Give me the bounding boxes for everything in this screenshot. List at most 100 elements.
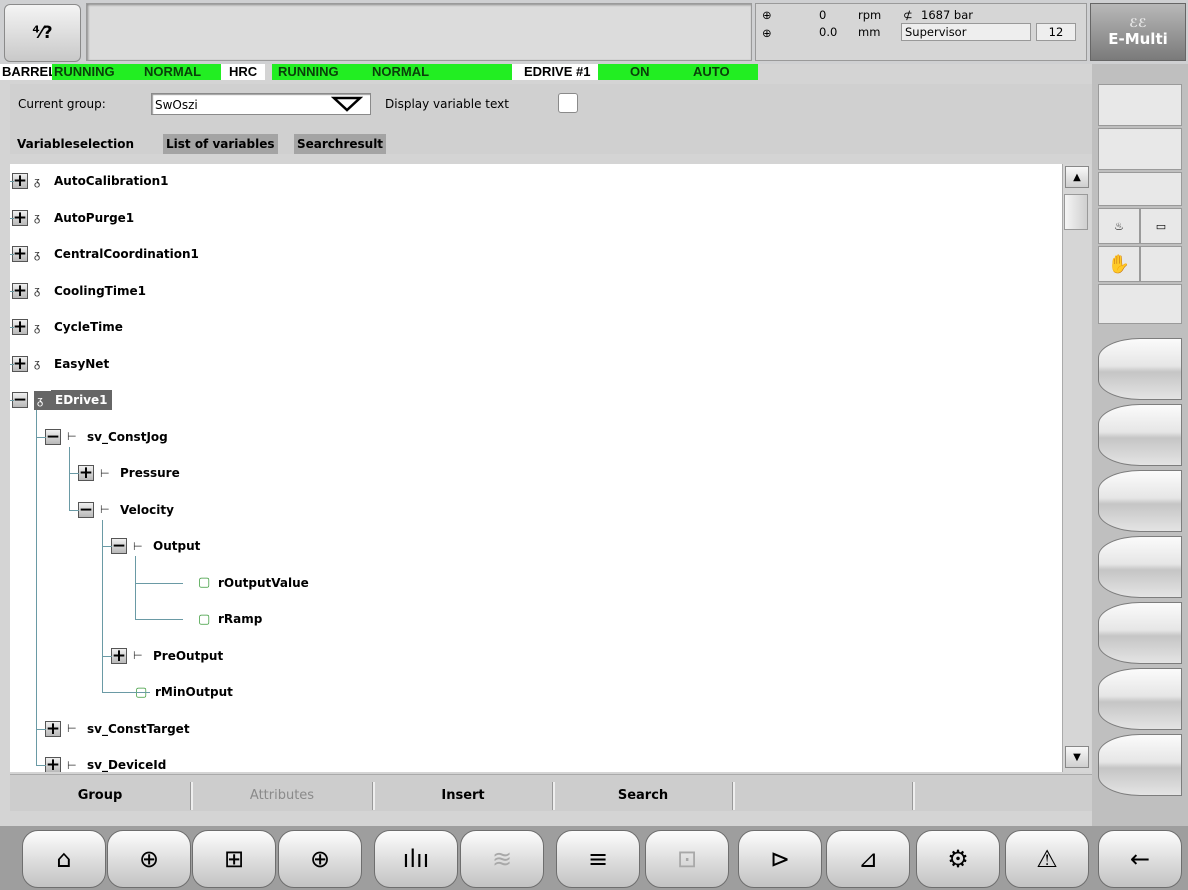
- expand-icon[interactable]: +: [12, 355, 28, 372]
- tree-line: [135, 582, 183, 584]
- expand-icon[interactable]: +: [12, 173, 28, 190]
- expand-icon[interactable]: +: [12, 319, 28, 336]
- tree-node-label: Velocity: [120, 502, 174, 517]
- right-slot-2[interactable]: [1098, 128, 1182, 170]
- collapse-icon[interactable]: −: [111, 538, 127, 555]
- tree-line: [69, 473, 79, 474]
- tree-scrollbar[interactable]: ▲ ▼: [1062, 164, 1091, 772]
- collapse-icon[interactable]: −: [78, 501, 94, 518]
- tree-node[interactable]: + ⊢ sv_ConstTarget: [45, 718, 190, 740]
- tab-variableselection[interactable]: Variableselection: [14, 134, 137, 154]
- heater-icon[interactable]: ♨: [1098, 208, 1140, 244]
- chevron-down-icon[interactable]: [328, 95, 366, 113]
- soft-key-7[interactable]: [1098, 734, 1182, 796]
- insert-button[interactable]: Insert: [376, 784, 550, 808]
- right-slot-1[interactable]: [1098, 84, 1182, 126]
- alarm-icon[interactable]: ⚠: [1005, 830, 1089, 888]
- home-icon[interactable]: ⌂: [22, 830, 106, 888]
- expand-icon[interactable]: +: [12, 209, 28, 226]
- tree-node[interactable]: + ᵹ CentralCoordination1: [12, 243, 199, 265]
- temperature-zones-icon[interactable]: ılıı: [374, 830, 458, 888]
- tree-line: [135, 556, 136, 619]
- tree-node-label: AutoCalibration1: [54, 174, 169, 188]
- tree-node[interactable]: + ᵹ AutoCalibration1: [12, 170, 169, 192]
- settings-icon[interactable]: ⚙: [916, 830, 1000, 888]
- status-line: BARREL RUNNING NORMAL HRC RUNNING NORMAL E…: [0, 64, 1090, 80]
- tree-variable[interactable]: ▢ rRamp: [198, 608, 262, 630]
- robot-icon[interactable]: ⊡: [645, 830, 729, 888]
- attributes-button[interactable]: Attributes: [194, 784, 370, 808]
- display-text-checkbox[interactable]: [558, 93, 578, 113]
- right-slot-5[interactable]: [1098, 284, 1182, 324]
- tab-list-of-variables[interactable]: List of variables: [163, 134, 278, 154]
- tree-node-label: Output: [153, 539, 201, 553]
- hrc-status: RUNNING NORMAL: [272, 64, 512, 80]
- brand-logo: ℰℰ E-Multi: [1090, 3, 1186, 61]
- tree-node-label: EasyNet: [54, 356, 110, 371]
- engel-logo-icon: ℰℰ: [1129, 16, 1147, 30]
- collapse-icon[interactable]: −: [45, 428, 61, 445]
- tree-node[interactable]: − ⊢ sv_ConstJog: [45, 426, 168, 448]
- nozzle-icon[interactable]: ⊕: [278, 830, 362, 888]
- tree-node[interactable]: + ᵹ EasyNet: [12, 353, 109, 375]
- tree-variable[interactable]: ▢ rOutputValue: [198, 572, 309, 594]
- hand-icon[interactable]: ✋: [1098, 246, 1140, 282]
- expand-icon[interactable]: +: [12, 282, 28, 299]
- divider: [190, 782, 193, 810]
- structure-icon: ⊢: [67, 758, 77, 772]
- soft-key-5[interactable]: [1098, 602, 1182, 664]
- logo-text: E-Multi: [1108, 30, 1168, 48]
- hot-runner-icon[interactable]: ≋: [460, 830, 544, 888]
- tree-line: [69, 509, 79, 511]
- structure-icon: ⊢: [100, 466, 110, 480]
- back-arrow-icon[interactable]: ←: [1098, 830, 1182, 888]
- soft-key-2[interactable]: [1098, 404, 1182, 466]
- collapse-icon[interactable]: −: [12, 392, 28, 409]
- tree-line: [69, 446, 70, 510]
- expand-icon[interactable]: +: [12, 246, 28, 263]
- expand-icon[interactable]: +: [45, 757, 61, 772]
- tree-node[interactable]: + ᵹ CoolingTime1: [12, 280, 146, 302]
- list-icon[interactable]: ≡: [556, 830, 640, 888]
- barrel-status: RUNNING NORMAL: [52, 64, 221, 80]
- scroll-down-icon[interactable]: ▼: [1065, 746, 1089, 768]
- search-button[interactable]: Search: [556, 784, 730, 808]
- battery-icon[interactable]: ▭: [1140, 208, 1182, 244]
- soft-key-4[interactable]: [1098, 536, 1182, 598]
- divider: [912, 782, 915, 810]
- tree-node[interactable]: + ᵹ CycleTime: [12, 316, 123, 338]
- right-slot-4[interactable]: [1140, 246, 1182, 282]
- scroll-thumb[interactable]: [1064, 194, 1088, 230]
- tree-line: [10, 181, 14, 182]
- tree-node-label: CycleTime: [54, 320, 123, 334]
- group-icon: ᵹ: [34, 174, 41, 188]
- divider: [552, 782, 555, 810]
- soft-key-6[interactable]: [1098, 668, 1182, 730]
- user-name[interactable]: Supervisor: [901, 23, 1031, 41]
- mold-icon[interactable]: ⊞: [192, 830, 276, 888]
- tree-node[interactable]: + ᵹ AutoPurge1: [12, 207, 134, 229]
- scroll-up-icon[interactable]: ▲: [1065, 166, 1089, 188]
- help-icon[interactable]: ⁴⁄?: [4, 4, 81, 62]
- injection-unit-icon[interactable]: ⊕: [107, 830, 191, 888]
- expand-icon[interactable]: +: [78, 465, 94, 482]
- tree-node[interactable]: − ⊢ Velocity: [78, 499, 174, 521]
- graph-icon[interactable]: ⊿: [826, 830, 910, 888]
- expand-icon[interactable]: +: [45, 720, 61, 737]
- edrive-status: ON AUTO: [598, 64, 758, 80]
- tree-node[interactable]: + ⊢ Pressure: [78, 462, 180, 484]
- tree-node-label: sv_DeviceId: [87, 758, 167, 772]
- expand-icon[interactable]: +: [111, 647, 127, 664]
- message-field: [86, 3, 752, 61]
- tree-node[interactable]: + ⊢ PreOutput: [111, 645, 223, 667]
- soft-key-3[interactable]: [1098, 470, 1182, 532]
- group-button[interactable]: Group: [12, 784, 188, 808]
- ejector-icon[interactable]: ⊳: [738, 830, 822, 888]
- tab-searchresult[interactable]: Searchresult: [294, 134, 387, 154]
- tree-node[interactable]: + ⊢ sv_DeviceId: [45, 754, 166, 772]
- tree-line: [10, 400, 14, 401]
- tree-node[interactable]: − ᵹ EDrive1: [12, 389, 112, 411]
- tree-node[interactable]: − ⊢ Output: [111, 535, 200, 557]
- right-slot-3[interactable]: [1098, 172, 1182, 206]
- soft-key-1[interactable]: [1098, 338, 1182, 400]
